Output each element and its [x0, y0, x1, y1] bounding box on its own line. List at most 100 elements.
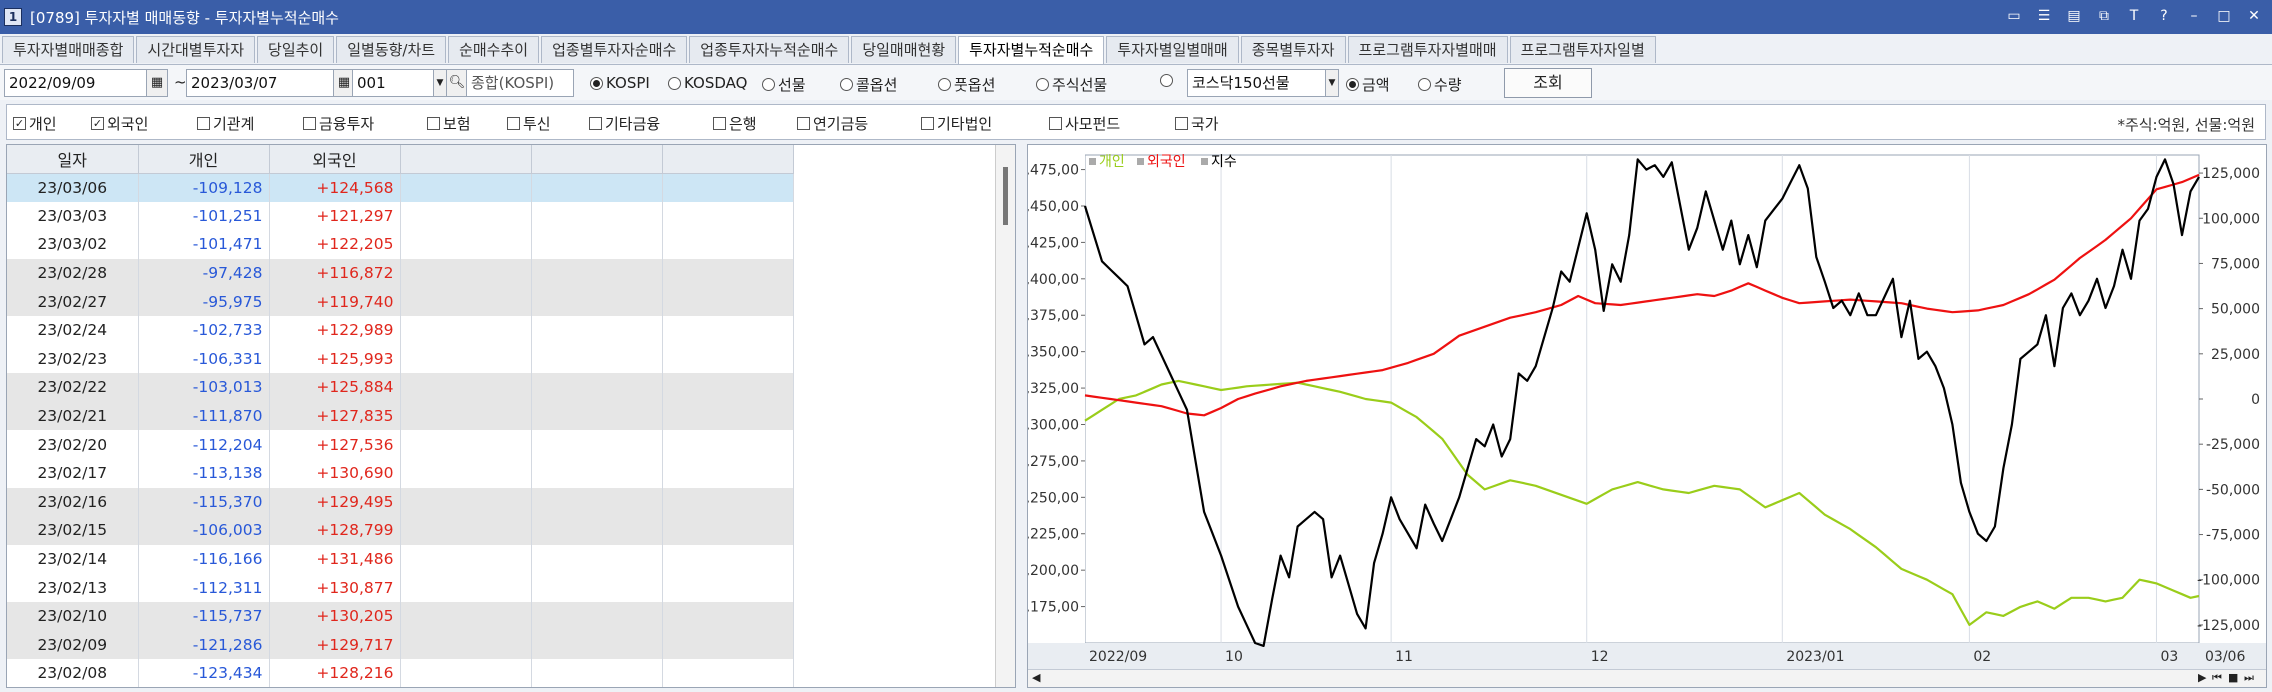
radio-circle[interactable] [938, 78, 951, 91]
table-row[interactable]: 23/02/15 -106,003 +128,799 [7, 516, 995, 545]
radio-circle[interactable] [1036, 78, 1049, 91]
table-row[interactable]: 23/02/13 -112,311 +130,877 [7, 573, 995, 602]
table-row[interactable]: 23/02/09 -121,286 +129,717 [7, 630, 995, 660]
horizontal-scrollbar[interactable]: ◀ ▶ ⏮ ■ ⏭ [1028, 669, 2266, 687]
investor-checkbox-1[interactable]: ✓ 외국인 [91, 113, 148, 134]
checkbox[interactable] [507, 117, 520, 130]
investor-checkbox-7[interactable]: 은행 [713, 113, 757, 134]
tab-4[interactable]: 순매수추이 [448, 36, 540, 63]
screen-icon[interactable]: ▭ [2004, 6, 2024, 26]
investor-checkbox-6[interactable]: 기타금융 [589, 113, 660, 134]
radio-circle[interactable] [762, 78, 775, 91]
scroll-left-icon[interactable]: ◀ [1032, 671, 1040, 684]
radio-circle[interactable] [668, 76, 681, 90]
table-row[interactable]: 23/02/27 -95,975 +119,740 [7, 287, 995, 316]
font-size-icon[interactable]: T [2124, 6, 2144, 26]
radio-circle[interactable] [1160, 74, 1173, 87]
checkbox[interactable] [921, 117, 934, 130]
help-icon[interactable]: ? [2154, 6, 2174, 26]
tab-1[interactable]: 시간대별투자자 [136, 36, 256, 63]
radio-circle[interactable] [1418, 78, 1431, 91]
copy-icon[interactable]: ⧉ [2094, 6, 2114, 26]
minimize-icon[interactable]: – [2184, 6, 2204, 26]
list-icon[interactable]: ☰ [2034, 6, 2054, 26]
market-radio-4[interactable]: 풋옵션 [938, 74, 995, 95]
scrollbar-thumb[interactable] [1003, 167, 1008, 225]
lookup-button[interactable]: 조회 [1504, 68, 1592, 98]
market-radio-6[interactable] [1160, 74, 1176, 87]
chevron-down-icon[interactable]: ▼ [1325, 69, 1339, 97]
investor-checkbox-2[interactable]: 기관계 [197, 113, 254, 134]
investor-checkbox-9[interactable]: 기타법인 [921, 113, 992, 134]
tab-10[interactable]: 종목별투자자 [1240, 36, 1346, 63]
start-date-input[interactable]: 2022/09/09 [4, 69, 147, 97]
table-row[interactable]: 23/02/22 -103,013 +125,884 [7, 373, 995, 402]
investor-checkbox-5[interactable]: 투신 [507, 113, 551, 134]
investor-checkbox-11[interactable]: 국가 [1175, 113, 1219, 134]
checkbox[interactable] [197, 117, 210, 130]
market-radio-0[interactable]: KOSPI [590, 74, 650, 92]
market-code-input[interactable]: 001 [352, 69, 434, 97]
search-icon[interactable]: 🔍︎ [446, 69, 468, 97]
table-row[interactable]: 23/02/10 -115,737 +130,205 [7, 601, 995, 631]
app-icon[interactable]: 1 [4, 8, 22, 26]
radio-circle[interactable] [840, 78, 853, 91]
column-header[interactable] [531, 145, 663, 174]
table-row[interactable]: 23/02/17 -113,138 +130,690 [7, 458, 995, 488]
checkbox[interactable] [713, 117, 726, 130]
end-date-input[interactable]: 2023/03/07 [186, 69, 334, 97]
table-row[interactable]: 23/02/20 -112,204 +127,536 [7, 430, 995, 459]
column-header[interactable]: 외국인 [269, 145, 401, 174]
checkbox[interactable] [1175, 117, 1188, 130]
table-row[interactable]: 23/02/14 -116,166 +131,486 [7, 544, 995, 574]
checkbox[interactable] [427, 117, 440, 130]
table-row[interactable]: 23/02/08 -123,434 +128,216 [7, 659, 995, 687]
table-row[interactable]: 23/02/28 -97,428 +116,872 [7, 258, 995, 288]
checkbox[interactable] [1049, 117, 1062, 130]
tab-0[interactable]: 투자자별매매종합 [2, 36, 135, 63]
table-row[interactable]: 23/02/23 -106,331 +125,993 [7, 344, 995, 374]
investor-checkbox-8[interactable]: 연기금등 [797, 113, 868, 134]
market-radio-5[interactable]: 주식선물 [1036, 74, 1107, 95]
first-page-icon[interactable]: ⏮ [2212, 671, 2222, 685]
checkbox[interactable]: ✓ [13, 117, 26, 130]
table-row[interactable]: 23/02/16 -115,370 +129,495 [7, 487, 995, 517]
checkbox[interactable] [797, 117, 810, 130]
investor-checkbox-0[interactable]: ✓ 개인 [13, 113, 57, 134]
tab-12[interactable]: 프로그램투자자일별 [1509, 36, 1656, 63]
tab-11[interactable]: 프로그램투자자별매매 [1347, 36, 1508, 63]
column-header[interactable]: 개인 [138, 145, 270, 174]
column-header[interactable] [662, 145, 794, 174]
column-header[interactable] [400, 145, 532, 174]
futures-select[interactable]: 코스닥150선물 [1187, 69, 1327, 97]
amount-radio-0[interactable]: 금액 [1346, 74, 1390, 95]
checkbox[interactable] [589, 117, 602, 130]
column-header[interactable]: 일자 [7, 145, 139, 174]
vertical-scrollbar[interactable] [995, 145, 1015, 687]
table-row[interactable]: 23/03/03 -101,251 +121,297 [7, 201, 995, 231]
investor-checkbox-10[interactable]: 사모펀드 [1049, 113, 1120, 134]
amount-radio-1[interactable]: 수량 [1418, 74, 1462, 95]
tab-7[interactable]: 당일매매현황 [851, 36, 957, 63]
table-row[interactable]: 23/03/02 -101,471 +122,205 [7, 230, 995, 259]
investor-checkbox-4[interactable]: 보험 [427, 113, 471, 134]
layout-icon[interactable]: ▤ [2064, 6, 2084, 26]
chevron-down-icon[interactable]: ▼ [433, 69, 447, 97]
tab-8[interactable]: 투자자별누적순매수 [958, 36, 1105, 65]
market-radio-3[interactable]: 콜옵션 [840, 74, 897, 95]
tab-6[interactable]: 업종투자자누적순매수 [689, 36, 850, 63]
radio-circle[interactable] [1346, 78, 1359, 91]
radio-circle[interactable] [590, 76, 603, 90]
tab-5[interactable]: 업종별투자자순매수 [541, 36, 688, 63]
market-radio-1[interactable]: KOSDAQ [668, 74, 747, 92]
table-row[interactable]: 23/03/06 -109,128 +124,568 [7, 173, 995, 202]
table-row[interactable]: 23/02/24 -102,733 +122,989 [7, 315, 995, 345]
market-radio-2[interactable]: 선물 [762, 74, 806, 95]
tab-2[interactable]: 당일추이 [257, 36, 335, 63]
checkbox[interactable]: ✓ [91, 117, 104, 130]
maximize-icon[interactable]: □ [2214, 6, 2234, 26]
checkbox[interactable] [303, 117, 316, 130]
last-page-icon[interactable]: ⏭ [2244, 671, 2254, 685]
table-row[interactable]: 23/02/21 -111,870 +127,835 [7, 401, 995, 431]
investor-checkbox-3[interactable]: 금융투자 [303, 113, 374, 134]
